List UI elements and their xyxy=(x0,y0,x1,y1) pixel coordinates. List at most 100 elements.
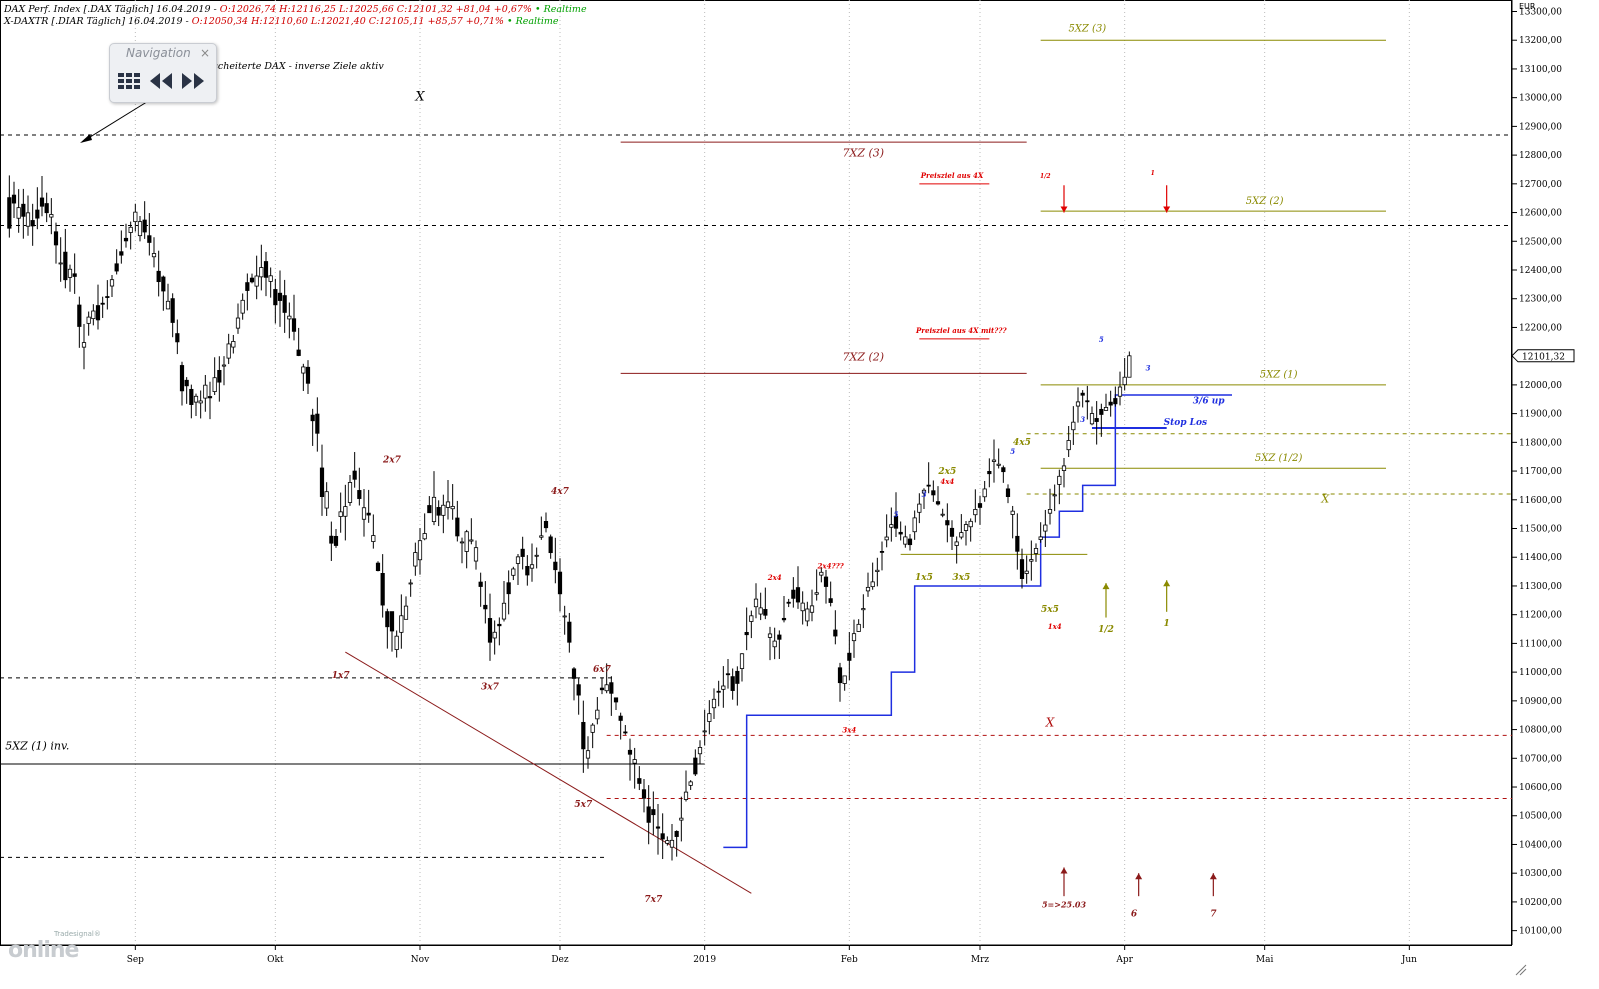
price-tick-label: 11700,00 xyxy=(1519,467,1562,477)
price-tick-label: 11000,00 xyxy=(1519,668,1562,678)
candle-down xyxy=(35,209,40,219)
candle-down xyxy=(114,263,119,272)
candle-up xyxy=(809,605,815,613)
candle-up xyxy=(562,615,567,618)
candle-down xyxy=(427,505,432,514)
annotation-label: 5XZ (1) xyxy=(1260,370,1298,381)
candle-down xyxy=(497,623,502,627)
annotation-label: 1x5 xyxy=(915,573,933,583)
annotation-label: 5 xyxy=(894,510,899,519)
price-chart[interactable]: Sep Okt Nov Dez 2019 Feb Mrz Apr Mai Jun 10100,00 1… xyxy=(0,0,1599,989)
candle-down xyxy=(613,697,619,703)
candle-up xyxy=(501,602,507,620)
candle-down xyxy=(1094,418,1099,422)
annotation-label: 2x7 xyxy=(382,455,402,465)
candle-down xyxy=(898,531,903,535)
candle-up xyxy=(856,623,861,632)
candle-up xyxy=(16,207,21,219)
candle-down xyxy=(828,598,833,603)
candle-down xyxy=(576,684,581,696)
candle-up xyxy=(884,536,889,541)
price-tick-label: 13000,00 xyxy=(1519,94,1562,104)
candle-down xyxy=(305,366,311,384)
candle-up xyxy=(1117,386,1123,397)
month-label: Dez xyxy=(551,955,569,965)
price-tick-label: 10100,00 xyxy=(1519,927,1562,937)
candle-up xyxy=(697,747,703,755)
candle-down xyxy=(389,611,395,632)
candle-up xyxy=(459,541,465,544)
pointer-arrow-line xyxy=(81,99,151,143)
candle-down xyxy=(557,571,563,595)
price-tick-label: 12900,00 xyxy=(1519,122,1562,132)
candle-up xyxy=(25,212,31,227)
candle-up xyxy=(165,300,171,310)
candle-down xyxy=(627,749,633,755)
price-tick-label: 10400,00 xyxy=(1519,840,1562,850)
candle-down xyxy=(1015,535,1020,552)
price-tick-label: 11300,00 xyxy=(1519,582,1562,592)
candle-up xyxy=(912,517,917,533)
grid-icon[interactable] xyxy=(116,70,142,92)
candle-down xyxy=(44,203,49,214)
price-tick-label: 12600,00 xyxy=(1519,209,1562,219)
candle-up xyxy=(758,607,763,615)
candle-up xyxy=(991,459,997,462)
candle-down xyxy=(179,365,185,392)
candle-up xyxy=(903,536,908,545)
candle-down xyxy=(296,349,301,356)
fast-forward-icon[interactable] xyxy=(180,70,206,92)
candle-up xyxy=(529,564,535,569)
candle-down xyxy=(730,676,735,691)
close-icon[interactable]: × xyxy=(200,46,210,60)
candle-down xyxy=(282,295,287,313)
candle-up xyxy=(539,535,544,538)
candle-up xyxy=(151,253,157,258)
candle-up xyxy=(301,366,306,374)
candle-up xyxy=(445,501,451,508)
candle-up xyxy=(109,279,115,287)
price-tick-label: 10900,00 xyxy=(1519,697,1562,707)
candle-down xyxy=(357,490,362,499)
candle-up xyxy=(1089,413,1095,425)
navigation-title: Navigation xyxy=(126,46,191,60)
annotation-label: 2x4 xyxy=(767,573,782,582)
candle-up xyxy=(889,524,894,528)
candle-down xyxy=(380,573,385,606)
navigation-panel[interactable]: Navigation × xyxy=(109,43,217,103)
candle-up xyxy=(534,554,539,557)
candle-up xyxy=(1075,401,1081,407)
candle-up xyxy=(133,211,138,223)
candle-down xyxy=(935,501,941,505)
candle-down xyxy=(931,490,936,496)
candle-down xyxy=(571,668,577,679)
candle-down xyxy=(945,520,950,526)
candle-down xyxy=(319,467,325,497)
candle-down xyxy=(7,197,12,229)
candle-down xyxy=(716,690,721,693)
candle-down xyxy=(478,581,483,587)
annotation-label: 3 xyxy=(1146,364,1151,373)
candle-down xyxy=(53,231,59,246)
annotation-label: Stop Los xyxy=(1164,418,1207,428)
price-tick-label: 12700,00 xyxy=(1519,180,1562,190)
candle-down xyxy=(487,618,493,643)
annotation-label: 7x7 xyxy=(644,895,663,905)
rewind-icon[interactable] xyxy=(148,70,174,92)
candle-down xyxy=(618,715,623,721)
candle-down xyxy=(674,830,679,837)
candle-down xyxy=(175,333,180,343)
candle-up xyxy=(683,791,689,800)
candle-down xyxy=(1080,392,1085,396)
candle-down xyxy=(646,806,651,823)
month-label: Okt xyxy=(267,955,284,965)
candle-down xyxy=(693,757,698,775)
annotation-label: 5XZ (1/2) xyxy=(1255,453,1303,464)
candle-down xyxy=(786,601,791,604)
candle-down xyxy=(553,561,558,571)
candle-down xyxy=(763,608,768,616)
candle-up xyxy=(324,491,329,509)
annotation-label: 4x5 xyxy=(1013,438,1031,448)
candle-down xyxy=(609,682,614,694)
candle-up xyxy=(753,598,759,608)
